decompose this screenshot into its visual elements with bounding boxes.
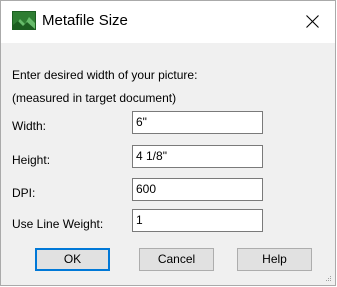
height-label: Height: <box>12 153 51 167</box>
metafile-size-dialog: Metafile Size Enter desired width of you… <box>0 0 336 286</box>
line-weight-label: Use Line Weight: <box>12 217 104 231</box>
window-title: Metafile Size <box>42 12 128 29</box>
height-input[interactable]: 4 1/8" <box>132 145 263 168</box>
app-icon <box>12 11 36 30</box>
width-label: Width: <box>12 119 47 133</box>
cancel-button[interactable]: Cancel <box>139 248 214 271</box>
line-weight-input[interactable]: 1 <box>132 209 263 232</box>
help-button[interactable]: Help <box>237 248 312 271</box>
instruction-text: Enter desired width of your picture: <box>12 68 198 82</box>
ok-button[interactable]: OK <box>35 248 110 271</box>
close-button[interactable] <box>291 1 335 43</box>
resize-grip-icon[interactable] <box>324 274 332 282</box>
dpi-input[interactable]: 600 <box>132 178 263 201</box>
width-input[interactable]: 6" <box>132 111 263 134</box>
instruction-subtext: (measured in target document) <box>12 91 177 105</box>
title-bar[interactable]: Metafile Size <box>1 1 335 43</box>
dpi-label: DPI: <box>12 186 36 200</box>
close-icon <box>306 15 319 28</box>
